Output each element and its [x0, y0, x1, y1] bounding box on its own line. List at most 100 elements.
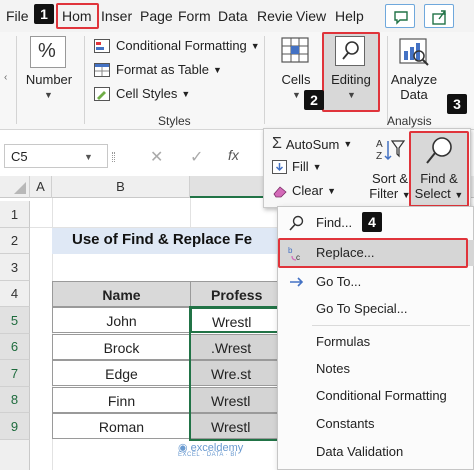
menu-item-go-to[interactable]: Go To... — [278, 269, 474, 295]
fill-label: Fill — [292, 159, 309, 174]
table-cell-name[interactable]: Edge — [52, 360, 191, 386]
resize-handle[interactable] — [112, 152, 115, 162]
table-cell-profession[interactable]: .Wrest — [190, 334, 282, 360]
analyze-label-line-2: Data — [400, 87, 428, 102]
format-as-table-label: Format as Table — [116, 62, 209, 77]
clear-button[interactable]: Clear ▼ — [272, 183, 336, 198]
eraser-icon — [272, 184, 288, 198]
chevron-down-icon: ▼ — [250, 40, 260, 51]
table-icon — [94, 62, 110, 77]
step-badge-4: 4 — [362, 212, 382, 232]
table-cell-profession[interactable]: Wre.st — [190, 360, 282, 386]
clear-label: Clear — [292, 183, 324, 198]
table-cell-name[interactable]: John — [52, 307, 191, 333]
menu-item-notes[interactable]: Notes — [278, 356, 474, 382]
conditional-formatting-label: Conditional Formatting — [116, 38, 247, 53]
menu-item-constants[interactable]: Constants — [278, 411, 474, 437]
watermark-subtitle: EXCEL · DATA · BI — [178, 452, 238, 458]
number-format-button[interactable]: % — [30, 36, 66, 68]
chevron-down-icon[interactable]: ▼ — [292, 90, 301, 100]
comments-button[interactable] — [385, 4, 415, 28]
row-header-5[interactable]: 5 — [0, 307, 30, 334]
tab-page-layout[interactable]: Page — [140, 8, 173, 24]
table-cell-name[interactable]: Roman — [52, 413, 191, 439]
tab-review[interactable]: Revie — [257, 8, 293, 24]
menu-item-go-to-special[interactable]: Go To Special... — [278, 296, 474, 322]
conditional-formatting-icon — [94, 38, 110, 53]
chevron-down-icon: ▼ — [327, 185, 336, 196]
step-badge-3: 3 — [447, 94, 467, 114]
table-cell-profession[interactable]: Wrestl — [190, 387, 282, 413]
number-label: Number — [25, 72, 73, 87]
arrow-right-icon — [288, 274, 306, 290]
row-header-9[interactable]: 9 — [0, 413, 30, 440]
ribbon-scroll-left-icon[interactable]: ‹ — [4, 72, 7, 83]
select-all-corner[interactable] — [0, 176, 30, 198]
table-cell-profession-active[interactable]: Wrestl — [190, 307, 282, 333]
highlight-home-tab — [56, 3, 99, 29]
cell-styles-button[interactable]: Cell Styles ▼ — [94, 86, 190, 101]
sigma-icon: Σ — [272, 135, 282, 152]
autosum-label: AutoSum — [285, 136, 340, 152]
menu-item-label: Notes — [316, 361, 350, 376]
table-header-name[interactable]: Name — [52, 281, 191, 307]
find-select-menu: Find... 4 bc Replace... Go To... Go To S… — [277, 206, 474, 470]
share-button[interactable] — [424, 4, 454, 28]
row-header-4[interactable]: 4 — [0, 281, 30, 307]
tab-formulas[interactable]: Form — [178, 8, 211, 24]
menu-item-data-validation[interactable]: Data Validation — [278, 439, 474, 465]
corner-triangle-icon — [14, 182, 26, 194]
chevron-down-icon: ▼ — [343, 139, 353, 149]
menu-item-formulas[interactable]: Formulas — [278, 329, 474, 355]
autosum-button[interactable]: Σ AutoSum ▼ — [272, 135, 352, 153]
fill-button[interactable]: Fill ▼ — [272, 159, 322, 174]
highlight-replace — [278, 238, 468, 268]
sheet-title[interactable]: Use of Find & Replace Fe — [72, 231, 252, 248]
menu-item-label: Data Validation — [316, 444, 404, 459]
format-as-table-button[interactable]: Format as Table ▼ — [94, 62, 222, 77]
row-header-10[interactable] — [0, 440, 30, 470]
table-header-profession[interactable]: Profess — [190, 281, 282, 307]
chevron-down-icon[interactable]: ▼ — [84, 152, 93, 162]
table-cell-name[interactable]: Brock — [52, 334, 191, 360]
conditional-formatting-button[interactable]: Conditional Formatting ▼ — [94, 38, 260, 53]
sort-filter-button[interactable]: A Z Sort & Filter ▼ — [368, 133, 412, 205]
menu-item-conditional-formatting[interactable]: Conditional Formatting — [278, 383, 474, 409]
chevron-down-icon: ▼ — [212, 64, 222, 75]
insert-function-button[interactable]: fx — [228, 147, 239, 163]
row-header-2[interactable]: 2 — [0, 228, 30, 254]
sort-label-line-2: Filter — [369, 186, 399, 201]
table-cell-name[interactable]: Finn — [52, 387, 191, 413]
group-separator — [16, 36, 17, 124]
confirm-icon[interactable]: ✓ — [190, 147, 203, 167]
menu-item-label: Find... — [316, 215, 353, 230]
group-separator — [264, 36, 265, 124]
menu-item-label: Conditional Formatting — [316, 388, 447, 403]
cell-styles-icon — [94, 86, 110, 101]
column-header-a[interactable]: A — [30, 176, 52, 198]
analyze-data-button[interactable] — [397, 36, 431, 68]
column-header-b[interactable]: B — [52, 176, 190, 198]
row-header-8[interactable]: 8 — [0, 387, 30, 413]
comment-icon — [394, 11, 408, 25]
tab-data[interactable]: Data — [218, 8, 248, 24]
menu-separator — [312, 325, 470, 326]
tab-help[interactable]: Help — [335, 8, 364, 24]
tab-view[interactable]: View — [296, 8, 326, 24]
ribbon-tab-bar: File 1 Hom Inser Page Form Data Revie Vi… — [0, 0, 474, 32]
tab-file[interactable]: File — [6, 8, 29, 24]
chevron-down-icon: ▼ — [181, 88, 191, 99]
tab-insert[interactable]: Inser — [101, 8, 132, 24]
step-badge-1: 1 — [34, 4, 54, 24]
row-header-3[interactable]: 3 — [0, 254, 30, 281]
cells-button[interactable] — [280, 36, 310, 66]
menu-item-label: Formulas — [316, 334, 371, 349]
row-header-1[interactable]: 1 — [0, 201, 30, 228]
row-header-6[interactable]: 6 — [0, 334, 30, 360]
analyze-data-label: Analyze Data — [388, 72, 440, 102]
percent-icon: % — [38, 40, 56, 62]
table-cell-profession[interactable]: Wrestl — [190, 413, 282, 439]
row-header-7[interactable]: 7 — [0, 360, 30, 387]
cancel-icon[interactable]: ✕ — [150, 147, 163, 167]
chevron-down-icon[interactable]: ▼ — [44, 90, 53, 100]
